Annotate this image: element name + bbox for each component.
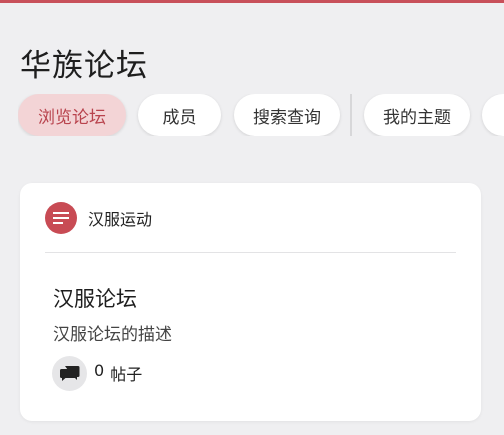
chat-bubbles-icon	[52, 355, 87, 391]
nav-tabs: 浏览论坛 成员 搜索查询 我的主题	[18, 94, 504, 136]
category-header[interactable]: 汉服运动	[45, 202, 152, 234]
page-title: 华族论坛	[20, 48, 148, 84]
forum-stats: 0 帖子	[52, 355, 142, 391]
post-count: 0	[94, 361, 105, 380]
forum-category-card: 汉服运动 汉服论坛 汉服论坛的描述 0 帖子	[20, 183, 481, 421]
tab-my-topics[interactable]: 我的主题	[364, 94, 470, 136]
nav-divider	[350, 94, 352, 136]
list-icon	[45, 202, 77, 234]
tab-members[interactable]: 成员	[138, 94, 221, 136]
tab-search[interactable]: 搜索查询	[234, 94, 340, 136]
forum-title[interactable]: 汉服论坛	[53, 283, 137, 313]
tab-more-partial[interactable]	[482, 94, 504, 136]
post-count-text: 0 帖子	[94, 361, 142, 385]
post-count-label: 帖子	[110, 365, 143, 384]
forum-description: 汉服论坛的描述	[53, 325, 172, 345]
top-accent-bar	[0, 0, 504, 3]
tab-browse-forum[interactable]: 浏览论坛	[18, 94, 126, 136]
divider	[45, 252, 456, 253]
category-name: 汉服运动	[88, 210, 153, 229]
